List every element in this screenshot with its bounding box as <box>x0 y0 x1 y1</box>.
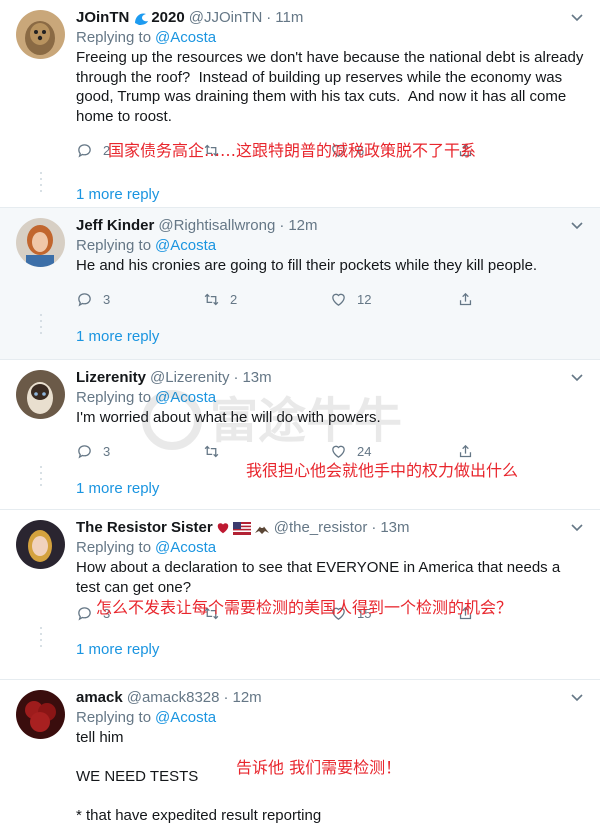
translation-annotation: 我很担心他会就他手中的权力做出什么 <box>246 461 519 480</box>
thread-dots <box>40 313 43 336</box>
wave-icon <box>133 10 149 26</box>
avatar[interactable] <box>16 370 65 419</box>
us-flag-icon <box>232 521 251 535</box>
replying-label: Replying to <box>76 709 152 726</box>
timestamp[interactable]: 11m <box>275 8 303 28</box>
timestamp[interactable]: 12m <box>233 688 262 708</box>
chevron-down-icon[interactable] <box>570 520 584 534</box>
timestamp[interactable]: 12m <box>288 216 317 236</box>
handle[interactable]: @Lizerenity <box>150 368 229 388</box>
heart-icon <box>332 293 345 306</box>
mention-link[interactable]: @Acosta <box>155 389 216 406</box>
handle[interactable]: @Rightisallwrong <box>158 216 275 236</box>
handle[interactable]: @the_resistor <box>274 518 368 538</box>
retweet-count: 2 <box>230 292 238 307</box>
chevron-down-icon[interactable] <box>570 370 584 384</box>
mention-link[interactable]: @Acosta <box>155 29 216 46</box>
mention-link[interactable]: @Acosta <box>155 539 216 556</box>
avatar[interactable] <box>16 520 65 569</box>
mention-link[interactable]: @Acosta <box>155 709 216 726</box>
reply-icon <box>78 293 91 307</box>
tweet-text: He and his cronies are going to fill the… <box>76 257 538 274</box>
display-name[interactable]: JOinTN <box>76 8 129 28</box>
separator-dot: · <box>279 217 285 234</box>
share-icon <box>459 292 472 306</box>
separator-dot: · <box>371 519 377 536</box>
tweet-actions: 3 2 12 <box>76 290 584 310</box>
thread-dots <box>40 627 43 649</box>
replying-to: Replying to @Acosta <box>76 28 584 48</box>
tweet-text: How about a declaration to see that EVER… <box>76 559 565 596</box>
translation-annotation: 告诉他 我们需要检测！ <box>236 758 402 777</box>
more-replies-link[interactable]: 1 more reply <box>76 328 159 345</box>
timestamp[interactable]: 13m <box>380 518 409 538</box>
eagle-icon <box>254 521 270 535</box>
replying-to: Replying to @Acosta <box>76 388 584 408</box>
more-replies-link[interactable]: 1 more reply <box>76 480 159 497</box>
replying-to: Replying to @Acosta <box>76 708 584 728</box>
retweet-button[interactable]: 2 <box>203 291 330 308</box>
replying-to: Replying to @Acosta <box>76 538 584 558</box>
retweet-icon <box>204 445 219 458</box>
replying-label: Replying to <box>76 29 152 46</box>
tweet-text: Freeing up the resources we don't have b… <box>76 49 588 125</box>
reply-button[interactable]: 3 <box>76 291 203 308</box>
chevron-down-icon[interactable] <box>570 690 584 704</box>
avatar[interactable] <box>16 10 65 59</box>
reply-tweet[interactable]: Lizerenity @Lizerenity · 13m Replying to… <box>0 360 600 510</box>
more-replies-link[interactable]: 1 more reply <box>76 186 159 203</box>
more-replies-link[interactable]: 1 more reply <box>76 641 159 658</box>
share-button[interactable] <box>457 291 584 308</box>
display-name[interactable]: Jeff Kinder <box>76 216 154 236</box>
reply-button[interactable]: 3 <box>76 443 203 460</box>
like-count: 12 <box>357 292 372 307</box>
like-button[interactable]: 12 <box>330 291 457 308</box>
avatar[interactable] <box>16 218 65 267</box>
reply-icon <box>78 606 91 621</box>
reply-icon <box>78 445 91 459</box>
thread-dots <box>40 172 43 194</box>
replying-label: Replying to <box>76 389 152 406</box>
avatar[interactable] <box>16 690 65 739</box>
replying-label: Replying to <box>76 237 152 254</box>
handle[interactable]: @JJOinTN <box>189 8 263 28</box>
display-name[interactable]: amack <box>76 688 123 708</box>
retweet-icon <box>204 293 219 306</box>
reply-icon <box>78 143 91 158</box>
replying-to: Replying to @Acosta <box>76 236 584 256</box>
share-button[interactable] <box>457 142 584 159</box>
separator-dot: · <box>233 369 239 386</box>
reply-count: 3 <box>103 444 111 459</box>
thread-dots <box>40 465 43 488</box>
display-name-suffix: 2020 <box>151 9 185 26</box>
chevron-down-icon[interactable] <box>570 218 584 232</box>
display-name[interactable]: Lizerenity <box>76 368 146 388</box>
handle[interactable]: @amack8328 <box>127 688 220 708</box>
translation-annotation: 国家债务高企……这跟特朗普的减税政策脱不了干系 <box>108 141 477 160</box>
display-name[interactable]: The Resistor Sister <box>76 518 213 538</box>
tweet-text: I'm worried about what he will do with p… <box>76 409 381 426</box>
timestamp[interactable]: 13m <box>242 368 271 388</box>
replying-label: Replying to <box>76 539 152 556</box>
separator-dot: · <box>266 9 272 26</box>
mention-link[interactable]: @Acosta <box>155 237 216 254</box>
reply-tweet[interactable]: JOinTN 2020 @JJOinTN · 11m Replying to @A… <box>0 0 600 208</box>
separator-dot: · <box>223 689 229 706</box>
heart-emoji-icon <box>216 521 230 535</box>
reply-tweet[interactable]: Jeff Kinder @Rightisallwrong · 12m Reply… <box>0 208 600 360</box>
translation-annotation: 怎么不发表让每个需要检测的美国人得到一个检测的机会？ <box>96 598 513 617</box>
chevron-down-icon[interactable] <box>570 10 584 24</box>
reply-count: 3 <box>103 292 111 307</box>
